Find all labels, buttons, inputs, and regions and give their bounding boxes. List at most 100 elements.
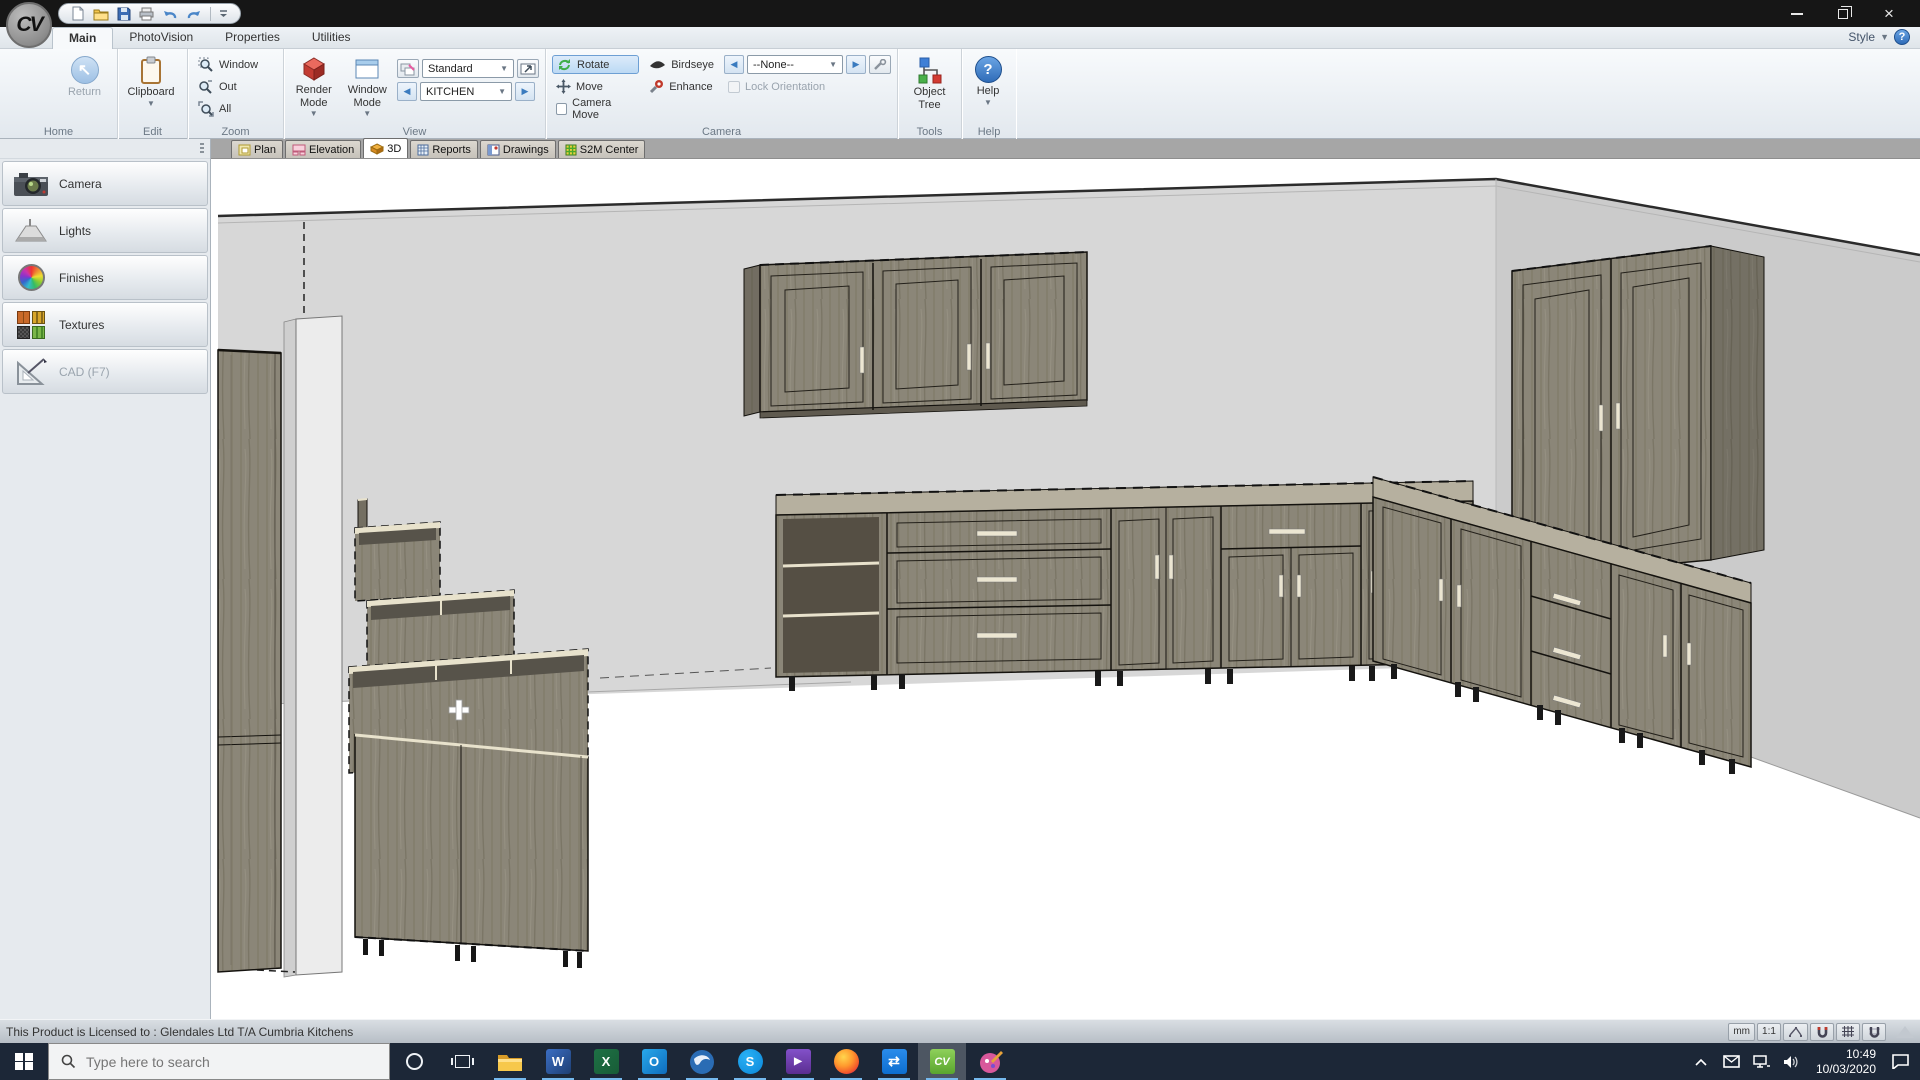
tab-properties[interactable]: Properties (209, 27, 296, 49)
help-button[interactable]: ? Help ▼ (968, 53, 1008, 105)
tab-utilities[interactable]: Utilities (296, 27, 367, 49)
taskbar-app-word[interactable]: W (534, 1043, 582, 1080)
word-icon: W (546, 1049, 571, 1074)
style-help-icon[interactable]: ? (1894, 29, 1910, 45)
view-tab-3d[interactable]: 3D (363, 138, 408, 158)
restore-button[interactable] (1820, 0, 1866, 27)
object-tree-icon (915, 56, 945, 84)
view-tab-drawings[interactable]: Drawings (480, 140, 556, 158)
close-button[interactable]: × (1866, 0, 1912, 27)
open-folder-icon[interactable] (93, 7, 109, 21)
tray-expand-button[interactable] (1686, 1043, 1716, 1080)
zoom-window-button[interactable]: Window (194, 55, 262, 74)
tab-photovision[interactable]: PhotoVision (113, 27, 209, 49)
style-label[interactable]: Style (1848, 30, 1875, 44)
taskbar-app-movies-tv[interactable]: ▶ (774, 1043, 822, 1080)
base-cabinets-back[interactable] (776, 481, 1473, 691)
taskbar-app-excel[interactable]: X (582, 1043, 630, 1080)
network-icon (1753, 1055, 1770, 1069)
sidebar-item-finishes[interactable]: Finishes (2, 255, 208, 300)
resize-grip-icon[interactable] (1896, 1026, 1914, 1038)
render-settings-button[interactable] (397, 59, 419, 78)
prev-camera-button[interactable]: ◀ (724, 55, 744, 74)
object-tree-button[interactable]: Object Tree (904, 53, 955, 111)
cortana-button[interactable] (390, 1043, 438, 1080)
tray-network-button[interactable] (1746, 1043, 1776, 1080)
tab-main[interactable]: Main (52, 27, 113, 49)
start-button[interactable] (0, 1043, 48, 1080)
search-input[interactable] (86, 1054, 346, 1070)
camera-select[interactable]: --None--▼ (747, 55, 843, 74)
undo-icon[interactable] (162, 7, 178, 21)
action-center-button[interactable] (1880, 1043, 1920, 1080)
return-icon: ↖ (71, 56, 99, 84)
move-button[interactable]: Move (552, 77, 639, 96)
clipboard-button[interactable]: Clipboard ▼ (124, 53, 178, 106)
taskbar-search[interactable] (48, 1043, 390, 1080)
3d-viewport[interactable] (211, 159, 1920, 1019)
redo-icon[interactable] (186, 7, 202, 21)
magnet-snap-button[interactable] (1810, 1023, 1834, 1041)
render-style-select[interactable]: Standard▼ (422, 59, 514, 78)
sidebar-item-textures[interactable]: Textures (2, 302, 208, 347)
camera-settings-button[interactable] (869, 55, 891, 74)
minimize-button[interactable] (1774, 0, 1820, 27)
scale-indicator[interactable]: 1:1 (1757, 1023, 1781, 1041)
sidebar-item-camera[interactable]: Camera (2, 161, 208, 206)
zoom-all-button[interactable]: All (194, 99, 262, 118)
taskbar-app-file-explorer[interactable] (486, 1043, 534, 1080)
return-button[interactable]: ↖ Return (58, 53, 111, 99)
window-mode-button[interactable]: Window Mode ▼ (344, 53, 392, 116)
ribbon-tab-row: Main PhotoVision Properties Utilities St… (0, 27, 1920, 49)
wall-cabinets-center[interactable] (744, 252, 1087, 418)
birdseye-button[interactable]: Birdseye (645, 55, 718, 74)
qat-separator (210, 7, 211, 21)
taskbar-app-thunderbird[interactable] (678, 1043, 726, 1080)
sidebar-item-lights[interactable]: Lights (2, 208, 208, 253)
view-tab-plan[interactable]: Plan (231, 140, 283, 158)
view-tab-elevation[interactable]: Elevation (285, 140, 361, 158)
tray-mail-button[interactable] (1716, 1043, 1746, 1080)
fit-view-button[interactable] (517, 59, 539, 78)
taskbar-app-cabinet-vision[interactable]: CV (918, 1043, 966, 1080)
grid-snap-button[interactable] (1836, 1023, 1860, 1041)
next-camera-button[interactable]: ▶ (846, 55, 866, 74)
new-document-icon[interactable] (71, 6, 85, 21)
color-wheel-icon (18, 264, 45, 291)
view-tab-s2m-center[interactable]: S2M Center (558, 140, 646, 158)
app-logo-text: CV (16, 13, 41, 37)
room-select[interactable]: KITCHEN▼ (420, 82, 512, 101)
next-room-button[interactable]: ▶ (515, 82, 535, 101)
task-view-button[interactable] (438, 1043, 486, 1080)
camera-move-checkbox[interactable]: Camera Move (552, 99, 639, 118)
lock-orientation-checkbox[interactable]: Lock Orientation (724, 77, 891, 96)
zoom-out-button[interactable]: Out (194, 77, 262, 96)
view-tab-reports[interactable]: Reports (410, 140, 478, 158)
taskbar-app-teamviewer[interactable]: ⇄ (870, 1043, 918, 1080)
sidebar-item-cad[interactable]: CAD (F7) (2, 349, 208, 394)
print-icon[interactable] (139, 7, 154, 21)
style-caret-icon[interactable]: ▼ (1880, 32, 1889, 42)
taskbar-app-firefox[interactable] (822, 1043, 870, 1080)
render-mode-button[interactable]: Render Mode ▼ (290, 53, 338, 116)
magnet-grid-snap-button[interactable] (1862, 1023, 1886, 1041)
3d-canvas[interactable] (211, 159, 1920, 1019)
group-tools-label: Tools (898, 126, 961, 138)
taskbar-app-outlook[interactable]: O (630, 1043, 678, 1080)
cad-snap-button[interactable] (1783, 1023, 1808, 1041)
drag-grip-icon[interactable] (200, 143, 204, 155)
prev-room-button[interactable]: ◀ (397, 82, 417, 101)
taskbar-app-skype[interactable]: S (726, 1043, 774, 1080)
taskbar-clock[interactable]: 10:49 10/03/2020 (1806, 1047, 1880, 1077)
customize-quick-access-icon[interactable] (219, 9, 228, 19)
enhance-icon (649, 79, 664, 94)
tall-cabinet-left[interactable] (218, 350, 281, 972)
taskbar-app-paint3d[interactable] (966, 1043, 1014, 1080)
units-indicator[interactable]: mm (1728, 1023, 1755, 1041)
rotate-button[interactable]: Rotate (552, 55, 639, 74)
system-tray: 10:49 10/03/2020 (1686, 1043, 1920, 1080)
save-icon[interactable] (117, 7, 131, 21)
enhance-button[interactable]: Enhance (645, 77, 718, 96)
app-logo[interactable]: CV (6, 2, 52, 48)
tray-volume-button[interactable] (1776, 1043, 1806, 1080)
